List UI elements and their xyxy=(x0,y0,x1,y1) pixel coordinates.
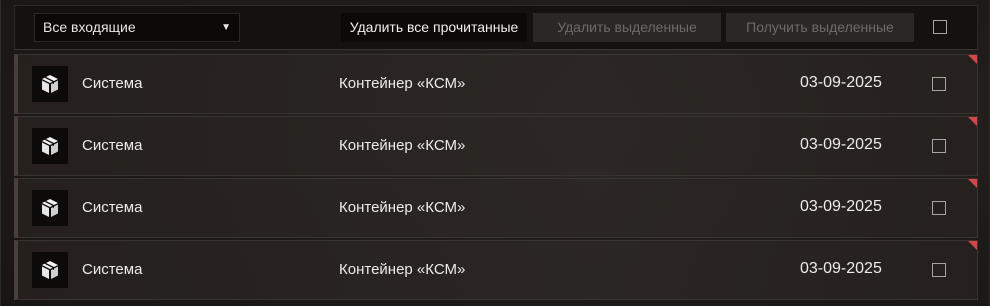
package-icon xyxy=(32,128,68,164)
message-date: 03-09-2025 xyxy=(800,74,882,91)
message-row[interactable]: Система Контейнер «КСМ» 03-09-2025 xyxy=(14,178,978,238)
unread-marker-icon xyxy=(968,55,977,64)
delete-selected-button[interactable]: Удалить выделенные xyxy=(533,13,721,42)
mailbox-panel: Все входящие ▼ Удалить все прочитанные У… xyxy=(0,0,990,306)
package-icon xyxy=(32,66,68,102)
message-subject: Контейнер «КСМ» xyxy=(339,261,466,278)
message-checkbox[interactable] xyxy=(932,201,946,215)
message-sender: Система xyxy=(82,137,143,154)
message-row[interactable]: Система Контейнер «КСМ» 03-09-2025 xyxy=(14,116,978,176)
message-checkbox[interactable] xyxy=(932,263,946,277)
message-subject: Контейнер «КСМ» xyxy=(339,137,466,154)
unread-marker-icon xyxy=(968,179,977,188)
message-sender: Система xyxy=(82,261,143,278)
package-icon xyxy=(32,252,68,288)
message-date: 03-09-2025 xyxy=(800,260,882,277)
receive-selected-button[interactable]: Получить выделенные xyxy=(726,13,914,42)
message-date: 03-09-2025 xyxy=(800,198,882,215)
message-subject: Контейнер «КСМ» xyxy=(339,199,466,216)
dropdown-arrow-icon: ▼ xyxy=(221,22,231,33)
unread-marker-icon xyxy=(968,117,977,126)
message-sender: Система xyxy=(82,199,143,216)
message-date: 03-09-2025 xyxy=(800,136,882,153)
message-checkbox[interactable] xyxy=(932,77,946,91)
message-checkbox[interactable] xyxy=(932,139,946,153)
message-row[interactable]: Система Контейнер «КСМ» 03-09-2025 xyxy=(14,240,978,300)
mailbox-toolbar: Все входящие ▼ Удалить все прочитанные У… xyxy=(14,5,978,50)
message-list: Система Контейнер «КСМ» 03-09-2025 Систе… xyxy=(14,54,978,302)
message-subject: Контейнер «КСМ» xyxy=(339,75,466,92)
message-row[interactable]: Система Контейнер «КСМ» 03-09-2025 xyxy=(14,54,978,114)
delete-all-read-button[interactable]: Удалить все прочитанные xyxy=(341,13,527,42)
package-icon xyxy=(32,190,68,226)
unread-marker-icon xyxy=(968,241,977,250)
message-sender: Система xyxy=(82,75,143,92)
inbox-filter-value: Все входящие xyxy=(43,19,136,35)
inbox-filter-select[interactable]: Все входящие ▼ xyxy=(34,13,240,42)
select-all-checkbox[interactable] xyxy=(933,20,947,34)
